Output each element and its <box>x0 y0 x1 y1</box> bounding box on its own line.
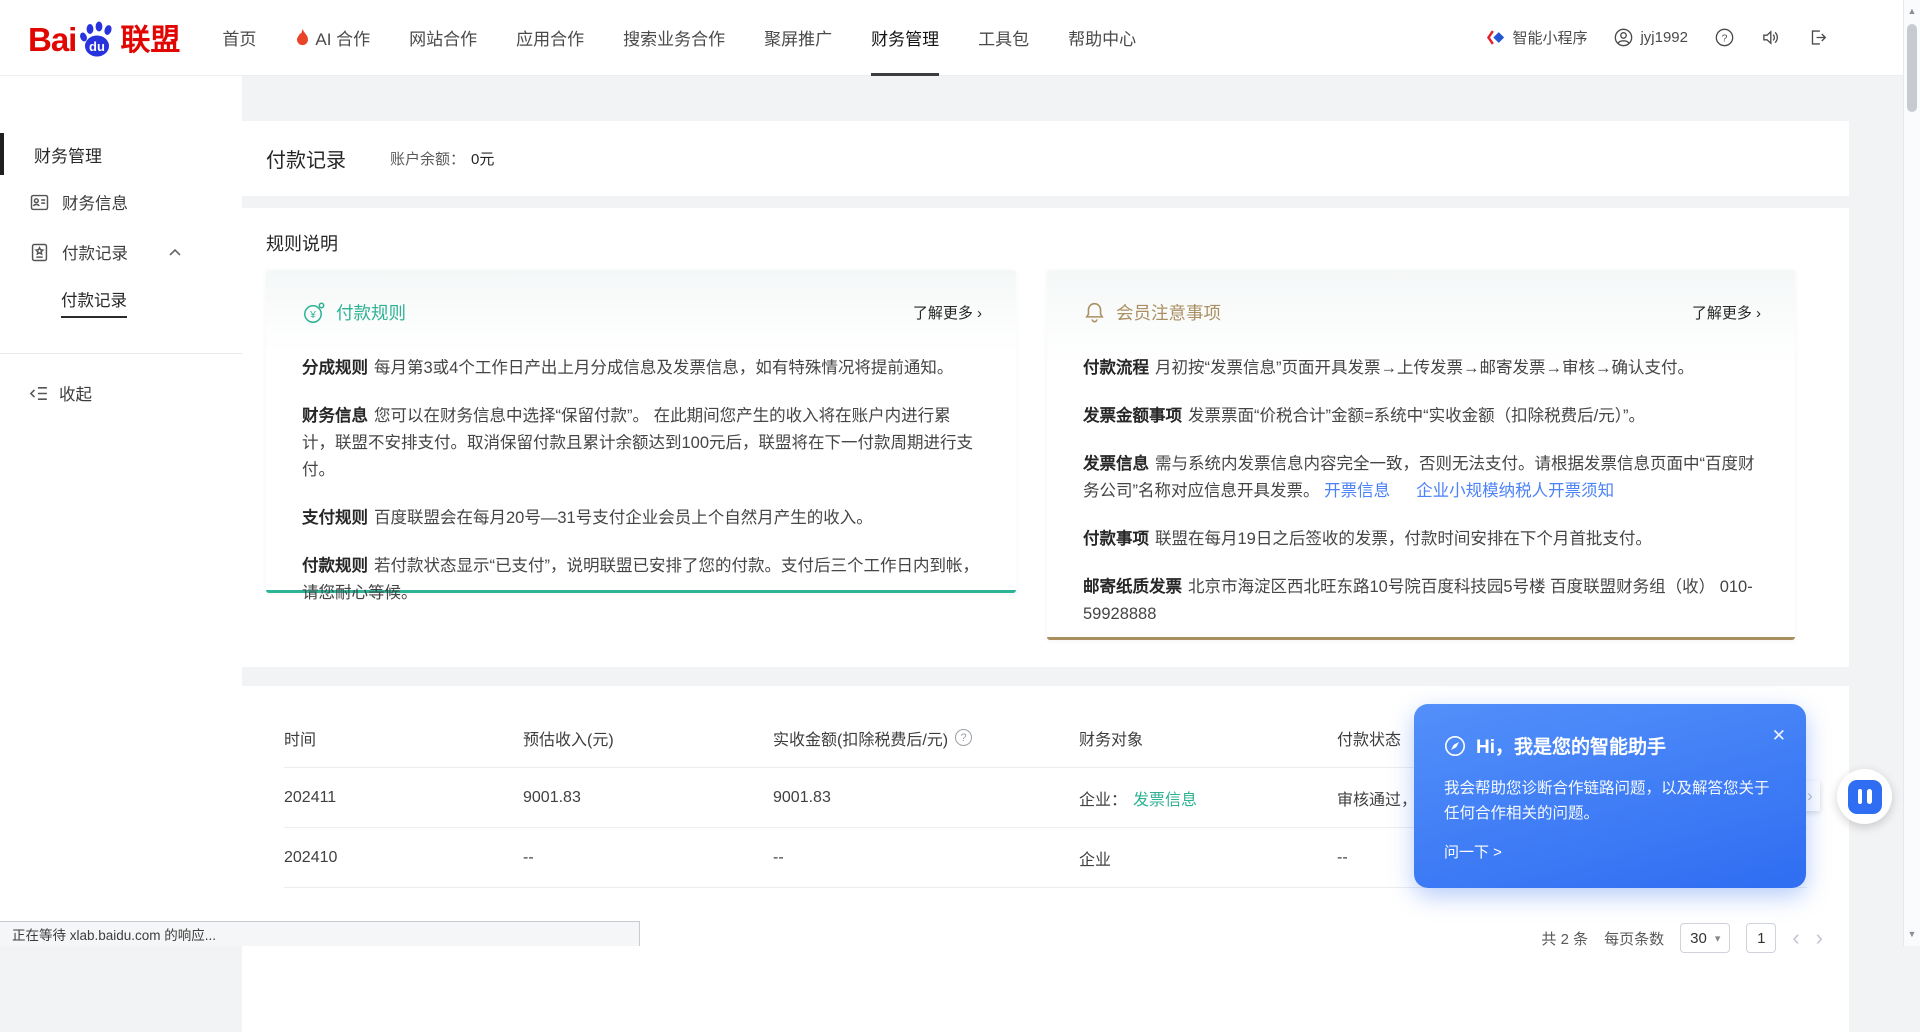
page-title: 付款记录 <box>266 144 346 173</box>
close-icon[interactable]: ✕ <box>1772 726 1786 746</box>
nav-item-app[interactable]: 应用合作 <box>516 0 584 76</box>
rule-paragraph: 付款流程月初按“发票信息”页面开具发票→上传发票→邮寄发票→审核→确认支付。 <box>1083 355 1759 382</box>
rule-paragraph: 财务信息您可以在财务信息中选择“保留付款”。 在此期间您产生的收入将在账户内进行… <box>302 403 980 484</box>
payment-rules-card: ¥ 付款规则 了解更多 › 分成规则每月第3或4个工作日产出上月分成信息及发票信… <box>266 270 1016 593</box>
nav-item-finance[interactable]: 财务管理 <box>871 0 939 76</box>
cell-entity: 企业：发票信息 <box>1079 786 1337 810</box>
assistant-title: Hi，我是您的智能助手 <box>1476 732 1666 759</box>
coin-icon: ¥ <box>302 301 326 325</box>
chevron-up-icon[interactable] <box>168 247 182 257</box>
sidebar-group-finance: 财务管理 <box>0 131 242 177</box>
bell-icon <box>1083 301 1106 324</box>
cell-entity: 企业 <box>1079 846 1337 870</box>
assistant-message: 我会帮助您诊断合作链路问题，以及解答您关于任何合作相关的问题。 <box>1444 776 1780 826</box>
rules-section-card: 规则说明 ¥ 付款规则 了解更多 › 分成规则每月第3或4个工作日产出上月分成信… <box>242 208 1849 667</box>
sidebar-subitem-payment-records[interactable]: 付款记录 <box>0 277 242 327</box>
per-page-label: 每页条数 <box>1604 928 1664 949</box>
vertical-scrollbar[interactable]: ▲ ▼ <box>1903 0 1920 946</box>
sidebar-item-finance-info[interactable]: 财务信息 <box>0 177 242 227</box>
svg-text:?: ? <box>1722 33 1728 44</box>
invoice-info-table-link[interactable]: 发票信息 <box>1133 792 1197 809</box>
sidebar-divider <box>0 353 242 354</box>
robot-icon <box>1848 780 1882 814</box>
balance-value: 0元 <box>471 151 494 168</box>
scrollbar-thumb[interactable] <box>1907 24 1917 112</box>
col-header-estimated: 预估收入(元) <box>523 726 773 750</box>
nav-item-help-center[interactable]: 帮助中心 <box>1068 0 1136 76</box>
flame-icon <box>295 28 310 47</box>
assistant-popup: Hi，我是您的智能助手 ✕ 我会帮助您诊断合作链路问题，以及解答您关于任何合作相… <box>1414 704 1806 888</box>
sound-icon[interactable] <box>1761 28 1781 47</box>
nav-item-ai[interactable]: AI 合作 <box>295 0 370 76</box>
cell-time: 202410 <box>284 849 523 867</box>
sidebar-collapse-button[interactable]: 收起 <box>0 368 242 418</box>
miniprogram-diamond-icon <box>1486 28 1505 47</box>
nav-item-website[interactable]: 网站合作 <box>409 0 477 76</box>
member-notes-more-link[interactable]: 了解更多 › <box>1692 302 1761 323</box>
topbar-right-group: 智能小程序 jyj1992 ? <box>1486 27 1892 48</box>
col-header-time: 时间 <box>284 726 523 750</box>
nav-item-home[interactable]: 首页 <box>222 0 256 76</box>
rule-paragraph: 分成规则每月第3或4个工作日产出上月分成信息及发票信息，如有特殊情况将提前通知。 <box>302 355 980 382</box>
cell-actual: 9001.83 <box>773 789 1079 807</box>
column-help-icon[interactable]: ? <box>955 729 972 746</box>
rule-paragraph: 付款规则若付款状态显示“已支付”，说明联盟已安排了您的付款。支付后三个工作日内到… <box>302 553 980 607</box>
payment-rules-title: ¥ 付款规则 <box>302 300 980 325</box>
rule-paragraph: 支付规则百度联盟会在每月20号—31号支付企业会员上个自然月产生的收入。 <box>302 505 980 532</box>
per-page-select[interactable]: 30 ▾ <box>1680 923 1730 953</box>
cell-estimated: 9001.83 <box>523 789 773 807</box>
baidu-paw-icon: du <box>77 20 119 58</box>
id-card-icon <box>29 192 53 213</box>
col-header-actual: 实收金额(扣除税费后/元) ? <box>773 726 1079 750</box>
logout-icon[interactable] <box>1808 28 1828 47</box>
badge-icon <box>29 242 53 263</box>
nav-item-toolkit[interactable]: 工具包 <box>978 0 1029 76</box>
chevron-down-icon: ▾ <box>1715 932 1721 945</box>
sidebar: 财务管理 财务信息 付款记录 付款记录 <box>0 76 242 946</box>
rule-paragraph: 发票金额事项发票票面“价税合计”金额=系统中“实收金额（扣除税费后/元）”。 <box>1083 403 1759 430</box>
cell-actual: -- <box>773 849 1079 867</box>
rule-paragraph: 发票信息需与系统内发票信息内容完全一致，否则无法支付。请根据发票信息页面中“百度… <box>1083 451 1759 505</box>
payment-rules-more-link[interactable]: 了解更多 › <box>913 302 982 323</box>
nav-item-search-biz[interactable]: 搜索业务合作 <box>623 0 725 76</box>
member-notes-title: 会员注意事项 <box>1083 300 1759 325</box>
total-count: 共 2 条 <box>1541 928 1588 949</box>
scroll-up-arrow[interactable]: ▲ <box>1904 6 1920 16</box>
logo-text-union: 联盟 <box>120 26 180 56</box>
baidu-union-logo[interactable]: Bai du 联盟 <box>28 20 180 56</box>
miniprogram-entry[interactable]: 智能小程序 <box>1486 27 1587 48</box>
user-account[interactable]: jyj1992 <box>1614 28 1688 47</box>
scroll-down-arrow[interactable]: ▼ <box>1904 929 1920 939</box>
rules-section-title: 规则说明 <box>266 230 1825 256</box>
collapse-icon <box>29 383 50 404</box>
status-text: 正在等待 xlab.baidu.com 的响应... <box>12 924 216 944</box>
logo-text-bai: Bai <box>28 23 76 56</box>
main-nav: 首页 AI 合作 网站合作 应用合作 搜索业务合作 聚屏推广 财务管理 工具包 … <box>222 0 1136 76</box>
svg-text:du: du <box>89 39 105 54</box>
assistant-title-row: Hi，我是您的智能助手 <box>1444 732 1776 759</box>
assistant-floating-button[interactable] <box>1837 769 1892 824</box>
sidebar-item-payment-records[interactable]: 付款记录 <box>0 227 242 277</box>
page-number-button[interactable]: 1 <box>1746 923 1776 953</box>
rule-paragraph: 邮寄纸质发票北京市海淀区西北旺东路10号院百度科技园5号楼 百度联盟财务组（收）… <box>1083 574 1759 628</box>
rule-paragraph: 付款事项联盟在每月19日之后签收的发票，付款时间安排在下个月首批支付。 <box>1083 526 1759 553</box>
account-balance: 账户余额：0元 <box>390 148 494 169</box>
cell-time: 202411 <box>284 789 523 807</box>
member-notes-card: 会员注意事项 了解更多 › 付款流程月初按“发票信息”页面开具发票→上传发票→邮… <box>1047 270 1795 640</box>
browser-status-bar: 正在等待 xlab.baidu.com 的响应... <box>0 921 640 946</box>
ask-now-link[interactable]: 问一下 > <box>1444 841 1776 862</box>
top-navigation-bar: Bai du 联盟 首页 AI 合作 网站合作 应用合作 搜索业务合作 聚屏推广… <box>0 0 1920 76</box>
cell-estimated: -- <box>523 849 773 867</box>
user-icon <box>1614 28 1633 47</box>
col-header-entity: 财务对象 <box>1079 726 1337 750</box>
nav-item-screen-promo[interactable]: 聚屏推广 <box>764 0 832 76</box>
svg-text:¥: ¥ <box>309 310 316 321</box>
small-taxpayer-guide-link[interactable]: 企业小规模纳税人开票须知 <box>1416 482 1614 500</box>
help-icon[interactable]: ? <box>1715 28 1734 47</box>
compass-icon <box>1444 735 1466 757</box>
invoice-info-link[interactable]: 开票信息 <box>1324 482 1390 500</box>
payment-records-header-card: 付款记录 账户余额：0元 <box>242 121 1849 196</box>
pagination: 共 2 条 每页条数 30 ▾ 1 ‹ › <box>1541 920 1823 956</box>
